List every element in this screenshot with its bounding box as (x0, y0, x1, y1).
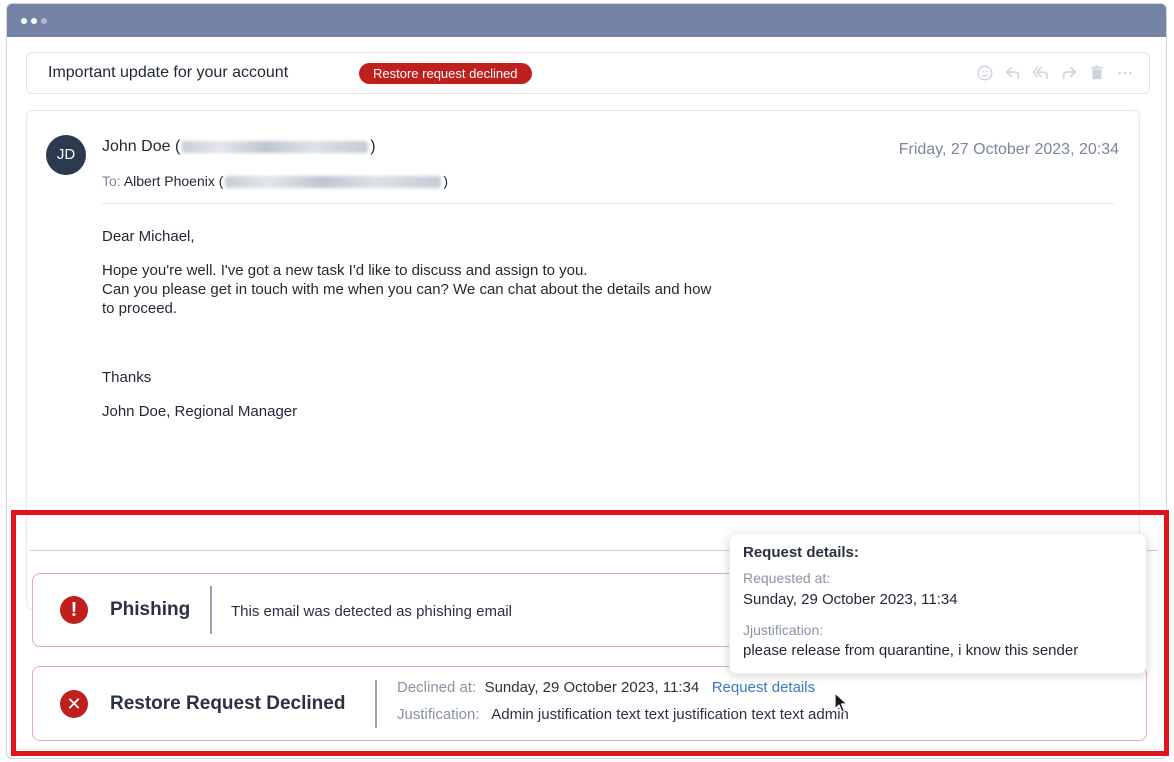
avatar: JD (46, 135, 86, 175)
mouse-cursor-icon (834, 692, 848, 713)
sender: John Doe () (102, 138, 376, 156)
body-line: to proceed. (102, 300, 178, 317)
header-divider (102, 203, 1114, 204)
window-dot-zoom[interactable] (41, 18, 47, 24)
email-subject: Important update for your account (48, 64, 289, 81)
signature: John Doe, Regional Manager (102, 403, 298, 420)
greeting: Dear Michael, (102, 228, 195, 245)
window-titlebar (7, 4, 1166, 37)
status-badge: Restore request declined (359, 63, 532, 84)
emoji-icon[interactable] (975, 63, 995, 83)
recipient: To: Albert Phoenix () (102, 173, 448, 189)
sender-close-paren: ) (370, 138, 376, 155)
body-line: Can you please get in touch with me when… (102, 281, 712, 298)
highlight-frame (11, 510, 1169, 756)
body-line: Hope you're well. I've got a new task I'… (102, 262, 588, 279)
trash-icon[interactable] (1087, 63, 1107, 83)
forward-icon[interactable] (1059, 63, 1079, 83)
window-dot-close[interactable] (21, 18, 27, 24)
redacted-recipient-email (225, 176, 442, 189)
redacted-sender-email (182, 140, 369, 153)
window-dot-minimize[interactable] (31, 18, 37, 24)
reply-all-icon[interactable] (1031, 63, 1051, 83)
subject-bar: Important update for your account Restor… (26, 52, 1150, 94)
message-toolbar (975, 63, 1135, 83)
more-icon[interactable] (1115, 63, 1135, 83)
sender-name: John Doe ( (102, 138, 181, 155)
email-date: Friday, 27 October 2023, 20:34 (898, 141, 1119, 158)
reply-icon[interactable] (1003, 63, 1023, 83)
recipient-name: Albert Phoenix ( (123, 173, 224, 189)
to-label: To: (102, 173, 121, 189)
recipient-close-paren: ) (443, 173, 449, 189)
closing: Thanks (102, 369, 152, 386)
